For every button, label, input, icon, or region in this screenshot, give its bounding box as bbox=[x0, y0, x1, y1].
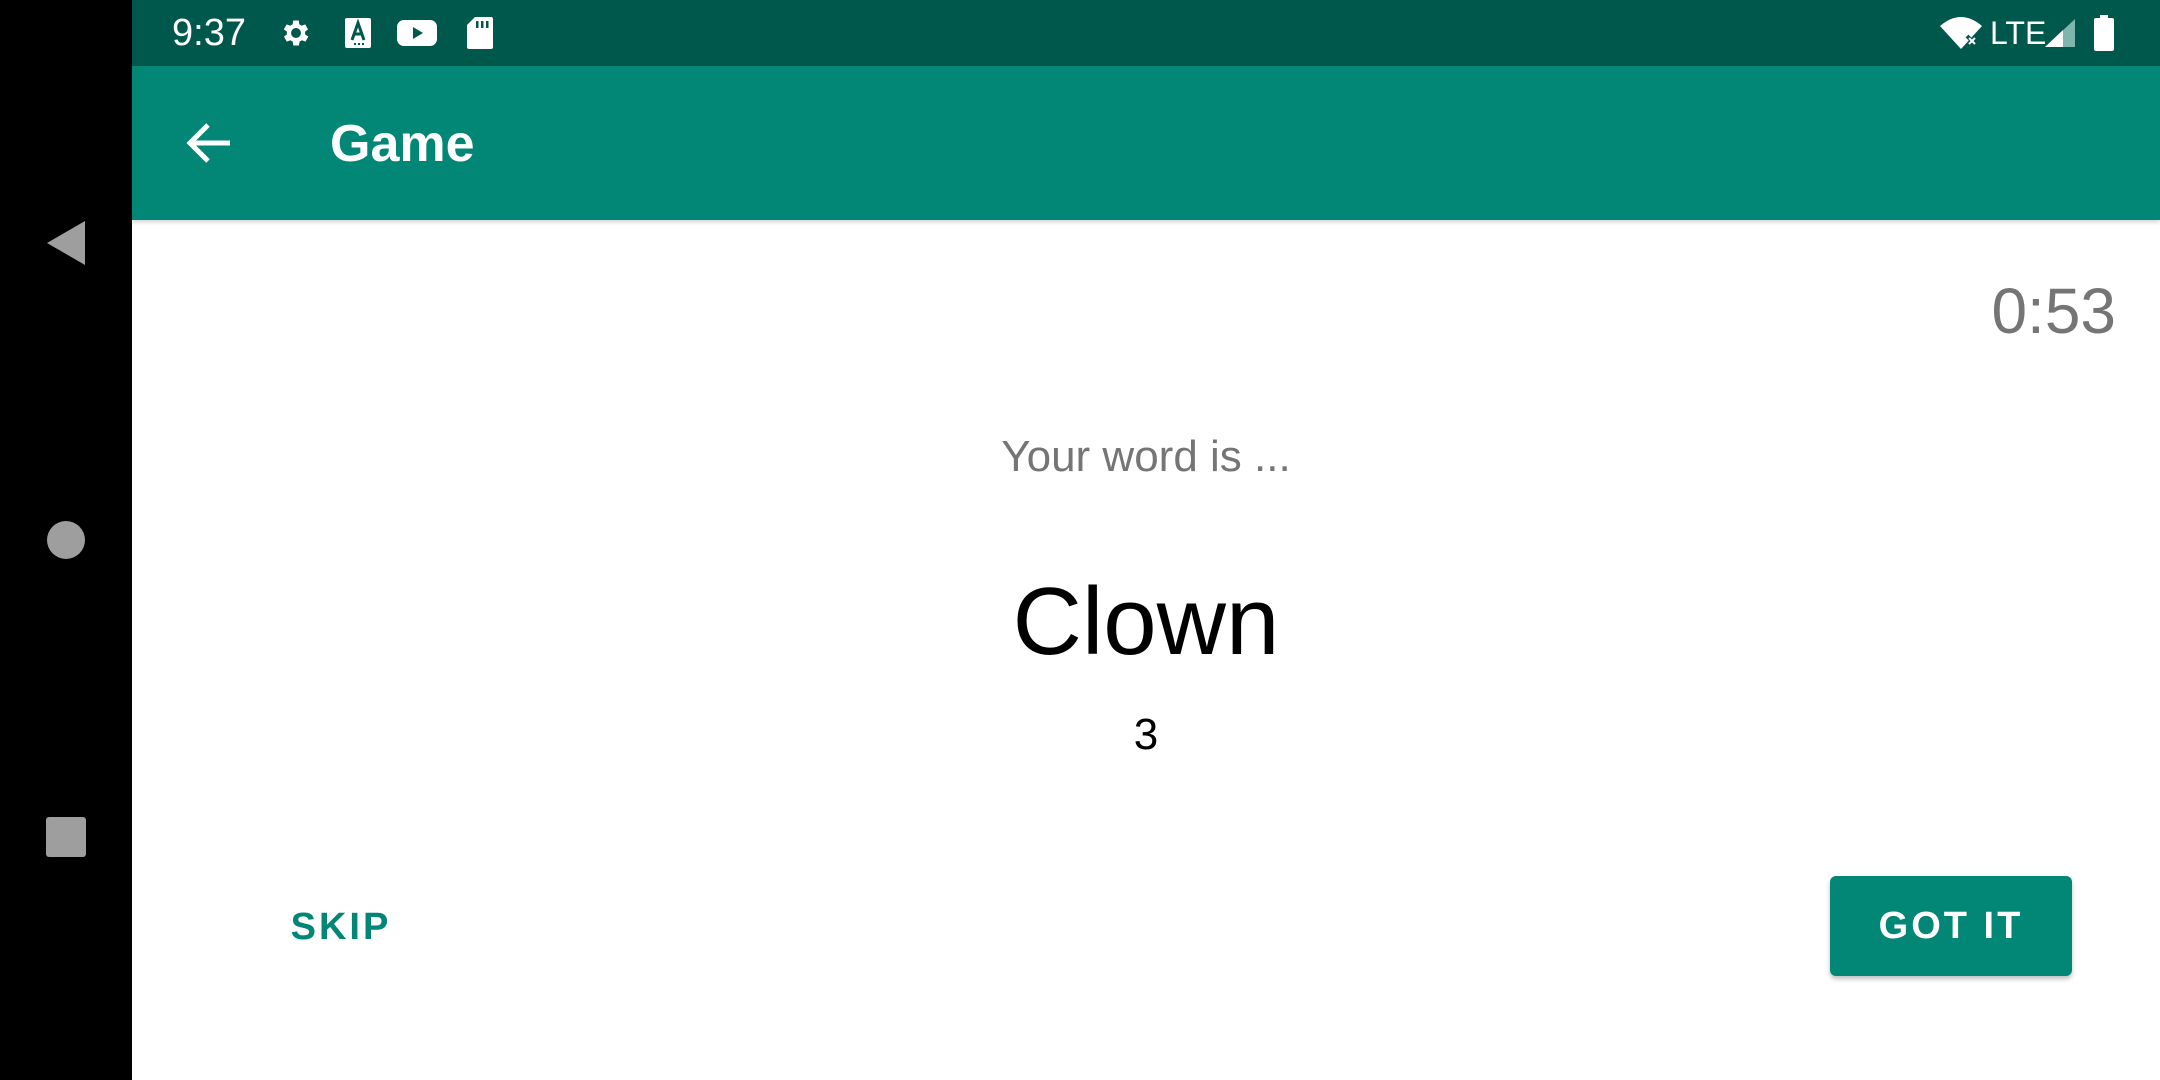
back-triangle-icon bbox=[47, 221, 85, 265]
nav-back-button[interactable] bbox=[36, 213, 96, 273]
nav-home-button[interactable] bbox=[36, 510, 96, 570]
recents-square-icon bbox=[46, 817, 86, 857]
word-prompt: Your word is ... bbox=[1001, 432, 1291, 481]
youtube-icon bbox=[396, 15, 438, 51]
text-a-icon bbox=[340, 15, 376, 51]
countdown-timer: 0:53 bbox=[1991, 275, 2116, 347]
system-navigation-bar bbox=[0, 0, 132, 1080]
status-time: 9:37 bbox=[172, 12, 246, 54]
page-title: Game bbox=[330, 115, 475, 173]
skip-button[interactable]: SKIP bbox=[270, 886, 412, 968]
got-it-button[interactable]: GOT IT bbox=[1830, 876, 2072, 976]
current-word: Clown bbox=[1012, 568, 1280, 675]
signal-icon bbox=[2042, 15, 2078, 51]
status-bar: 9:37 LTE bbox=[132, 0, 2160, 66]
arrow-back-icon[interactable] bbox=[180, 113, 240, 173]
sd-card-icon bbox=[462, 15, 498, 51]
home-circle-icon bbox=[47, 521, 85, 559]
app-bar: Game bbox=[132, 66, 2160, 220]
battery-icon bbox=[2092, 15, 2116, 51]
gear-icon bbox=[278, 15, 314, 51]
nav-recents-button[interactable] bbox=[36, 807, 96, 867]
network-type-label: LTE bbox=[1990, 15, 2047, 51]
wifi-off-icon bbox=[1938, 15, 1984, 51]
score-counter: 3 bbox=[1133, 710, 1159, 759]
